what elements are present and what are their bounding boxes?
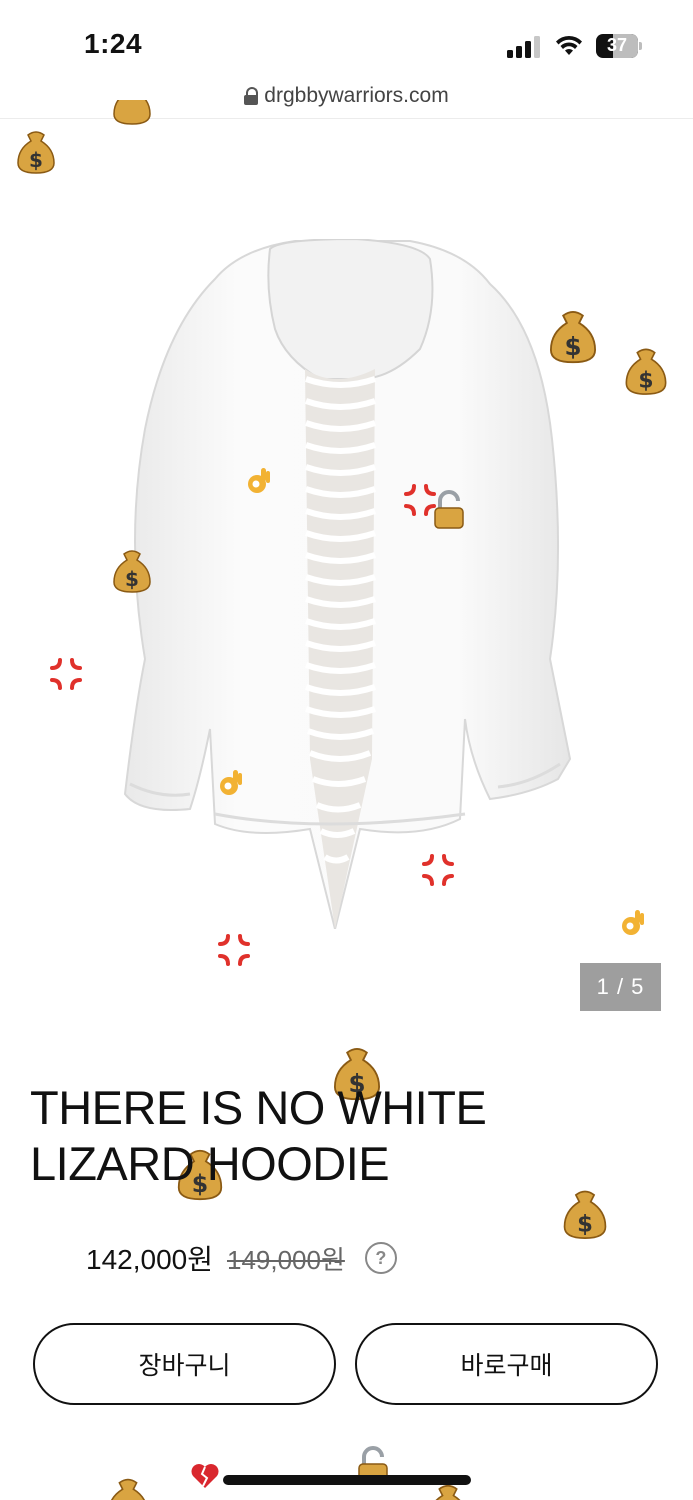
ok-hand-icon <box>622 910 644 935</box>
address-bar[interactable]: drgbbywarriors.com <box>0 84 693 118</box>
product-image-gallery[interactable]: 1 / 5 <box>0 119 693 1019</box>
broken-heart-icon <box>191 1464 219 1488</box>
hoodie-product-image <box>123 239 572 929</box>
sale-price: 142,000원 <box>86 1244 213 1275</box>
status-bar: 1:24 37 <box>0 0 693 84</box>
padlock-icon <box>434 490 464 529</box>
svg-text:$: $ <box>564 332 581 361</box>
svg-text:$: $ <box>577 1211 593 1237</box>
money-bag-icon <box>110 1478 146 1500</box>
money-bag-icon: $ <box>549 310 597 364</box>
battery-icon: 37 <box>596 34 642 58</box>
price-row: 142,000원 149,000원 ? <box>86 1238 397 1278</box>
url-text: drgbbywarriors.com <box>264 84 449 107</box>
product-title: THERE IS NO WHITE LIZARD HOODIE <box>30 1081 487 1190</box>
money-bag-icon: $ <box>113 550 151 593</box>
money-bag-icon: $ <box>17 131 55 174</box>
home-indicator[interactable] <box>223 1475 471 1485</box>
money-bag-icon <box>113 100 151 125</box>
image-page-indicator: 1 / 5 <box>580 963 661 1011</box>
price-help-icon[interactable]: ? <box>364 1242 397 1274</box>
lock-icon <box>244 87 259 105</box>
anger-symbol-icon <box>50 658 82 690</box>
svg-text:$: $ <box>125 567 139 591</box>
wifi-icon <box>556 35 582 55</box>
cellular-signal-icon <box>507 36 543 58</box>
svg-text:$: $ <box>29 148 43 172</box>
anger-symbol-icon <box>218 934 250 966</box>
ok-hand-icon <box>248 468 270 493</box>
anger-symbol-icon <box>422 854 454 886</box>
add-to-cart-button[interactable]: 장바구니 <box>33 1323 336 1405</box>
money-bag-icon: $ <box>625 348 667 395</box>
battery-level: 37 <box>606 35 628 55</box>
status-time: 1:24 <box>84 28 143 59</box>
buy-now-button[interactable]: 바로구매 <box>355 1323 658 1405</box>
original-price: 149,000원 <box>226 1244 345 1275</box>
svg-text:$: $ <box>638 369 653 394</box>
ok-hand-icon <box>220 770 242 795</box>
